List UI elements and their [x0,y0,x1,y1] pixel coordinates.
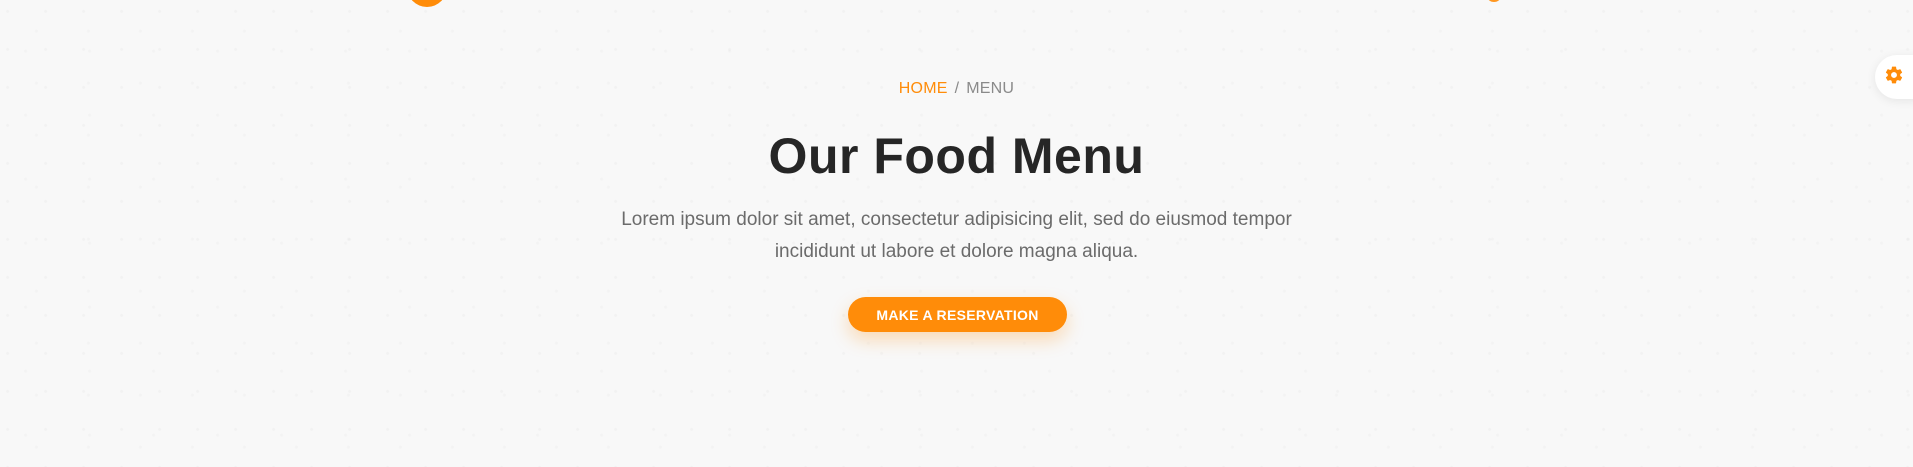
page-title: Our Food Menu [768,128,1145,184]
breadcrumb-current: MENU [966,80,1015,97]
page-description: Lorem ipsum dolor sit amet, consectetur … [621,209,1292,262]
breadcrumb-separator: / [954,80,960,97]
decorative-orange-dot [1487,0,1501,2]
breadcrumb: HOME / MENU [0,80,1913,98]
make-reservation-button[interactable]: MAKE A RESERVATION [848,297,1067,332]
decorative-orange-circle [407,0,447,7]
breadcrumb-home-link[interactable]: HOME [899,80,948,97]
